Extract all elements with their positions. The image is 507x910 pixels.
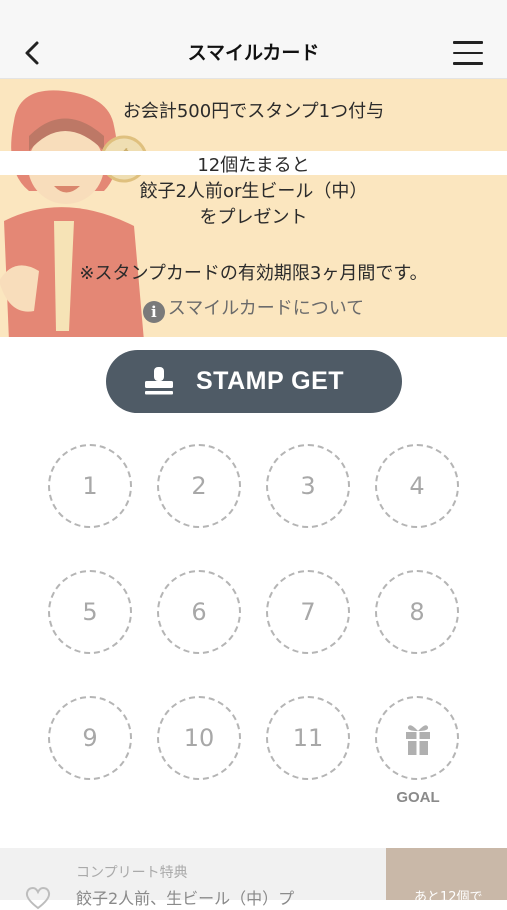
navigation-bar: スマイルカード <box>0 28 507 79</box>
info-icon: i <box>142 301 165 323</box>
about-link-label: スマイルカードについて <box>167 298 365 319</box>
stamp-slot: 1 <box>48 444 132 528</box>
complete-reward-text: 餃子2人前、生ビール（中）プ <box>76 889 295 908</box>
stamp-slot: 7 <box>266 570 350 654</box>
info-banner: 金 お会計500円でスタンプ1つ付与 12個たまると 餃子2人前or生ビール（中… <box>0 79 507 337</box>
gift-icon <box>406 725 430 755</box>
status-bar <box>0 0 507 28</box>
stamp-get-label: STAMP GET <box>196 367 345 395</box>
stamp-slot: 5 <box>48 570 132 654</box>
heart-icon <box>25 886 51 910</box>
stamp-rule-text: お会計500円でスタンプ1つ付与 <box>122 101 385 122</box>
stamp-icon <box>145 367 173 395</box>
complete-reward-title: コンプリート特典 <box>76 865 188 881</box>
stamp-slot: 3 <box>266 444 350 528</box>
stamp-slot: 2 <box>157 444 241 528</box>
reward-present-text: をプレゼント <box>199 207 308 228</box>
stamp-slot: 10 <box>157 696 241 780</box>
reward-item-text: 餃子2人前or生ビール（中） <box>139 181 368 202</box>
stamp-slot: 9 <box>48 696 132 780</box>
reward-thumbnail: あと12個で <box>386 848 507 905</box>
stamp-slot: 4 <box>375 444 459 528</box>
stamp-get-button[interactable]: STAMP GET <box>106 350 402 413</box>
page-title: スマイルカード <box>187 42 320 64</box>
complete-reward-bar[interactable]: コンプリート特典 餃子2人前、生ビール（中）プ あと12個で <box>0 848 507 910</box>
stamp-slot: 8 <box>375 570 459 654</box>
about-smile-card-link[interactable]: i スマイルカードについて <box>0 294 507 323</box>
goal-stamp-slot <box>375 696 459 780</box>
stamp-slot: 11 <box>266 696 350 780</box>
goal-label: GOAL <box>396 789 440 806</box>
menu-icon[interactable] <box>453 41 483 65</box>
reward-condition-text: 12個たまると <box>197 155 310 176</box>
stamp-slot: 6 <box>157 570 241 654</box>
remaining-count-text: あと12個で <box>414 890 483 905</box>
expiry-notice-text: ※スタンプカードの有効期限3ヶ月間です。 <box>79 263 428 284</box>
